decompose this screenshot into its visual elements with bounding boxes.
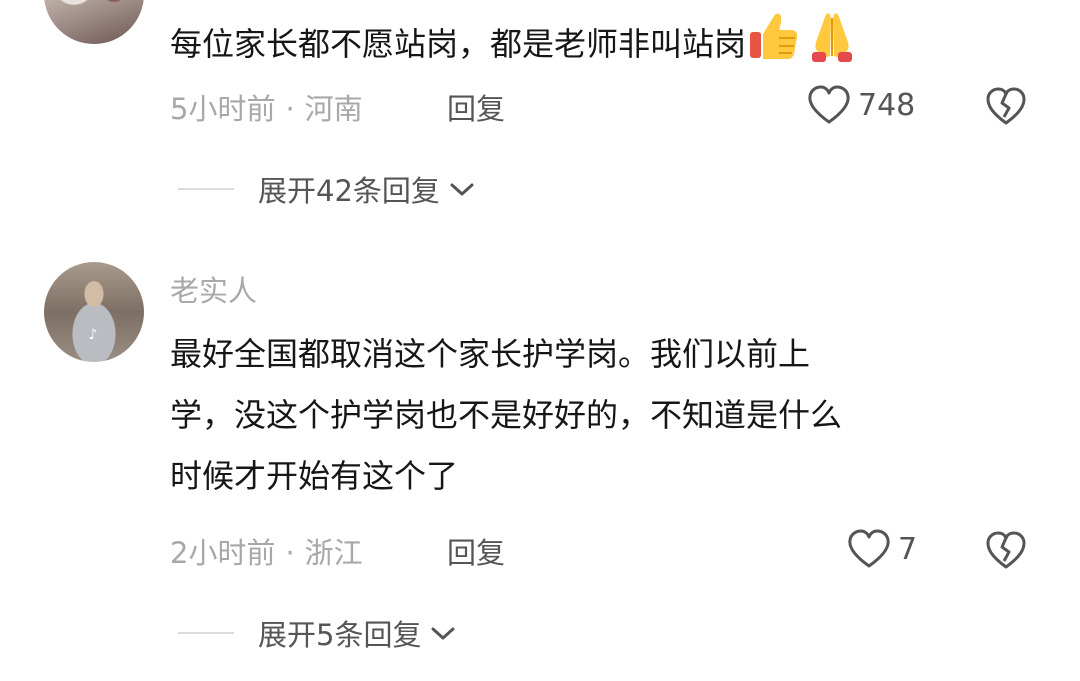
broken-heart-icon	[986, 531, 1026, 569]
dislike-button[interactable]	[985, 530, 1027, 574]
comment-text-content: 每位家长都不愿站岗，都是老师非叫站岗	[170, 25, 747, 63]
like-count: 748	[858, 87, 916, 123]
like-count: 7	[898, 531, 918, 567]
comment-location: 浙江	[304, 536, 363, 570]
comment-text-line: 最好全国都取消这个家长护学岗。我们以前上	[170, 335, 811, 373]
meta-separator: ·	[285, 536, 295, 570]
thumbs-up-icon	[746, 8, 802, 84]
chevron-down-icon	[448, 179, 476, 199]
tiktok-logo-icon: ♪	[88, 327, 98, 343]
meta-separator: ·	[285, 92, 295, 126]
username[interactable]: 老实人	[170, 268, 257, 310]
expand-replies-label: 展开42条回复	[258, 174, 440, 208]
chevron-down-icon	[429, 623, 457, 643]
expand-replies-button[interactable]: 展开5条回复	[178, 612, 457, 654]
comment-meta: 2小时前 · 浙江	[170, 530, 363, 572]
divider-line	[178, 188, 234, 190]
broken-heart-icon	[986, 87, 1026, 125]
divider-line	[178, 632, 234, 634]
like-button[interactable]: 7	[846, 528, 917, 570]
comment-text-line: 学，没这个护学岗也不是好好的，不知道是什么	[170, 396, 843, 434]
commenter-avatar[interactable]	[44, 0, 144, 44]
comment-time: 2小时前	[170, 536, 276, 570]
comment-meta: 5小时前 · 河南	[170, 86, 363, 128]
comment-text: 最好全国都取消这个家长护学岗。我们以前上 学，没这个护学岗也不是好好的，不知道是…	[170, 324, 842, 507]
commenter-avatar[interactable]: ♪	[44, 262, 144, 362]
heart-icon	[848, 529, 890, 568]
dislike-button[interactable]	[985, 86, 1027, 130]
comment-location: 河南	[304, 92, 363, 126]
comment-time: 5小时前	[170, 92, 276, 126]
comment-text: 每位家长都不愿站岗，都是老师非叫站岗	[170, 8, 862, 84]
comment-text-line: 时候才开始有这个了	[170, 457, 459, 495]
like-button[interactable]: 748	[806, 84, 915, 126]
folded-hands-icon	[802, 8, 862, 84]
expand-replies-label: 展开5条回复	[258, 618, 422, 652]
heart-icon	[808, 85, 850, 124]
expand-replies-button[interactable]: 展开42条回复	[178, 168, 476, 210]
reply-button[interactable]: 回复	[447, 530, 505, 572]
reply-button[interactable]: 回复	[447, 86, 505, 128]
